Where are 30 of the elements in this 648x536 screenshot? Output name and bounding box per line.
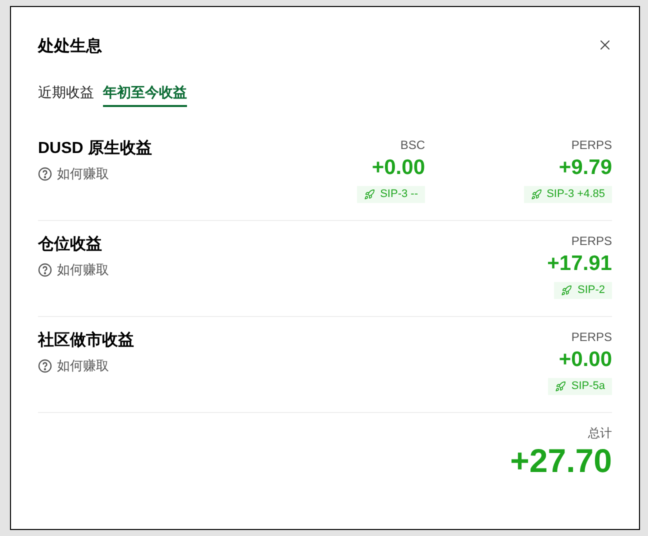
section-title: DUSD 原生收益 [38,138,152,159]
how-to-earn-link[interactable]: 如何赚取 [38,260,109,280]
how-to-earn-link[interactable]: 如何赚取 [38,164,152,184]
dialog-title: 处处生息 [38,36,102,57]
chain-label: PERPS [571,233,612,249]
earnings-value: +0.00 [372,155,425,181]
how-to-earn-link[interactable]: 如何赚取 [38,356,134,376]
rocket-icon [364,189,376,200]
rocket-icon [530,189,542,200]
chain-label: PERPS [571,329,612,345]
earnings-value: +0.00 [558,347,612,373]
help-icon [38,358,52,373]
earnings-value: +9.79 [558,155,612,181]
earnings-value: +17.91 [547,251,612,277]
sip-tag: SIP-3 +4.85 [524,186,612,203]
rocket-icon [555,381,566,392]
total-value: +27.70 [510,441,612,481]
help-icon [38,166,52,181]
total-label: 总计 [588,425,612,441]
tab[interactable]: 近期收益 [38,81,94,107]
section-title: 仓位收益 [38,234,103,255]
chain-label: BSC [400,137,425,153]
rocket-icon [561,285,572,296]
sip-tag: SIP-3 -- [357,186,425,203]
help-icon [38,262,52,277]
section-title: 社区做市收益 [38,330,134,351]
sip-tag: SIP-5a [548,378,612,395]
tab[interactable]: 年初至今收益 [103,81,187,107]
chain-label: PERPS [571,137,612,153]
sip-tag: SIP-2 [554,282,612,299]
